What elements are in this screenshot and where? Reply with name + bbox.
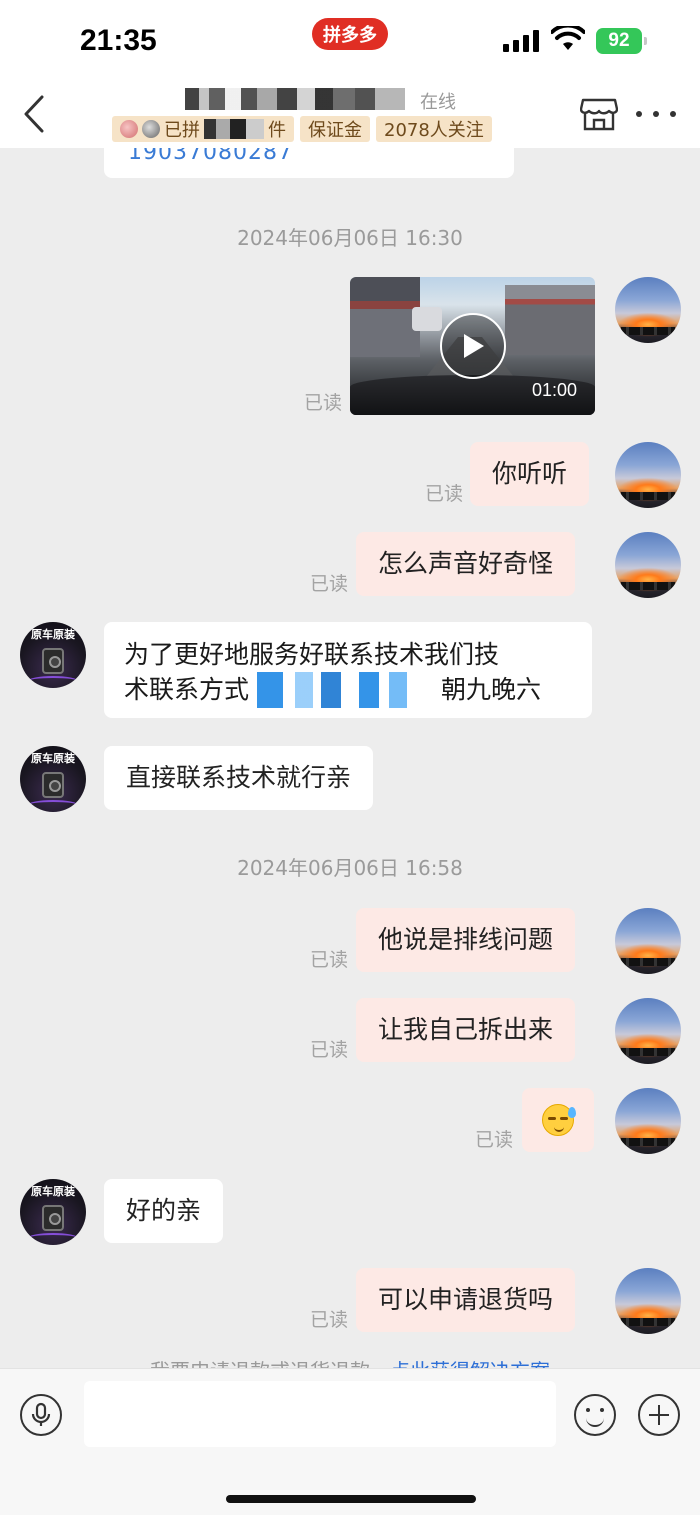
shop-avatar-decor [28,800,78,810]
video-thumbnail-part [412,307,442,331]
dashcam-icon [42,1205,64,1231]
read-status: 已读 [304,392,343,414]
read-status: 已读 [475,1129,514,1151]
dot-icon [636,111,642,117]
shop-avatar-decor [28,676,78,686]
shop-avatar[interactable]: 原车原装 [20,1179,86,1245]
input-bar [0,1368,700,1515]
chat-messages[interactable]: 19037080287 2024年06月06日 16:30 已读 01:00 已… [0,148,700,1369]
shop-avatar-label: 原车原装 [31,752,75,765]
tag-redacted [204,119,264,139]
read-status: 已读 [310,1309,349,1331]
video-thumbnail-part [350,277,420,357]
refund-hint: 我要申请退款或退货退款，点此获得解决方案 [0,1355,700,1369]
cellular-signal-icon [503,30,541,52]
dot-icon [670,111,676,117]
tag-group-buy: 已拼 件 [112,116,294,142]
dot-icon [653,111,659,117]
tag-label: 已拼 [164,120,200,141]
user-avatar[interactable] [615,277,681,343]
message-bubble-outgoing[interactable]: 你听听 [470,442,590,506]
sweat-drop-icon [568,1107,576,1118]
shop-name-redacted[interactable] [185,88,405,110]
buyer-avatar [120,120,138,138]
store-icon[interactable] [580,96,618,132]
voice-input-button[interactable] [20,1394,62,1436]
card-phone-number: 19037080287 [128,148,293,165]
online-status: 在线 [420,92,456,113]
shop-avatar-decor [28,1233,78,1243]
chevron-left-icon [24,95,44,133]
phone-redacted [249,672,420,708]
message-bubble-outgoing[interactable]: 让我自己拆出来 [356,998,576,1062]
status-bar: 21:35 拼多多 92 [0,0,700,80]
message-bubble-incoming[interactable]: 为了更好地服务好联系技术我们技 术联系方式 朝九晚六 [104,622,592,718]
tag-label: 件 [268,120,286,141]
user-avatar[interactable] [615,998,681,1064]
message-text: 朝九晚六 [441,675,542,704]
chat-header: 在线 已拼 件 保证金 2078人关注 [0,80,700,148]
message-input[interactable] [84,1381,556,1447]
home-indicator[interactable] [226,1495,476,1503]
read-status: 已读 [310,573,349,595]
sweat-emoji-icon [542,1104,576,1136]
message-bubble-incoming[interactable]: 直接联系技术就行亲 [104,746,374,810]
back-button[interactable] [14,92,54,136]
message-bubble-outgoing[interactable]: 怎么声音好奇怪 [356,532,576,596]
read-status: 已读 [310,949,349,971]
shop-avatar-label: 原车原装 [31,1185,75,1198]
user-avatar[interactable] [615,908,681,974]
buyer-avatar [142,120,160,138]
read-status: 已读 [425,483,464,505]
emoji-button[interactable] [574,1394,616,1436]
user-avatar[interactable] [615,532,681,598]
battery-icon: 92 [596,28,647,54]
video-duration: 01:00 [531,380,577,400]
timestamp: 2024年06月06日 16:58 [237,856,463,880]
message-line: 为了更好地服务好联系技术我们技 [124,640,500,669]
video-thumbnail-part [505,285,595,355]
play-icon[interactable] [440,313,506,379]
message-bubble-outgoing[interactable]: 他说是排线问题 [356,908,576,972]
message-bubble-outgoing[interactable]: 可以申请退货吗 [356,1268,576,1332]
shop-avatar[interactable]: 原车原装 [20,622,86,688]
wifi-icon [551,26,585,50]
read-status: 已读 [310,1039,349,1061]
user-avatar[interactable] [615,1268,681,1334]
timestamp: 2024年06月06日 16:30 [237,226,463,250]
user-avatar[interactable] [615,1088,681,1154]
message-bubble-outgoing[interactable] [522,1088,594,1152]
dashcam-icon [42,772,64,798]
user-avatar[interactable] [615,442,681,508]
message-bubble-incoming[interactable]: 好的亲 [104,1179,224,1243]
message-line: 术联系方式 朝九晚六 [124,672,572,708]
tag-deposit: 保证金 [300,116,370,142]
video-message[interactable]: 01:00 [350,277,595,415]
shop-avatar[interactable]: 原车原装 [20,746,86,812]
app-indicator-pill[interactable]: 拼多多 [312,18,388,50]
dashcam-icon [42,648,64,674]
microphone-icon [31,1402,51,1426]
contact-card-snippet[interactable]: 19037080287 [104,148,514,178]
shop-tags: 已拼 件 保证金 2078人关注 [112,116,492,142]
add-attachment-button[interactable] [638,1394,680,1436]
shop-avatar-label: 原车原装 [31,628,75,641]
more-options-button[interactable] [636,100,676,128]
message-text: 术联系方式 [124,675,250,704]
tag-followers: 2078人关注 [376,116,492,142]
status-time: 21:35 [80,24,157,57]
